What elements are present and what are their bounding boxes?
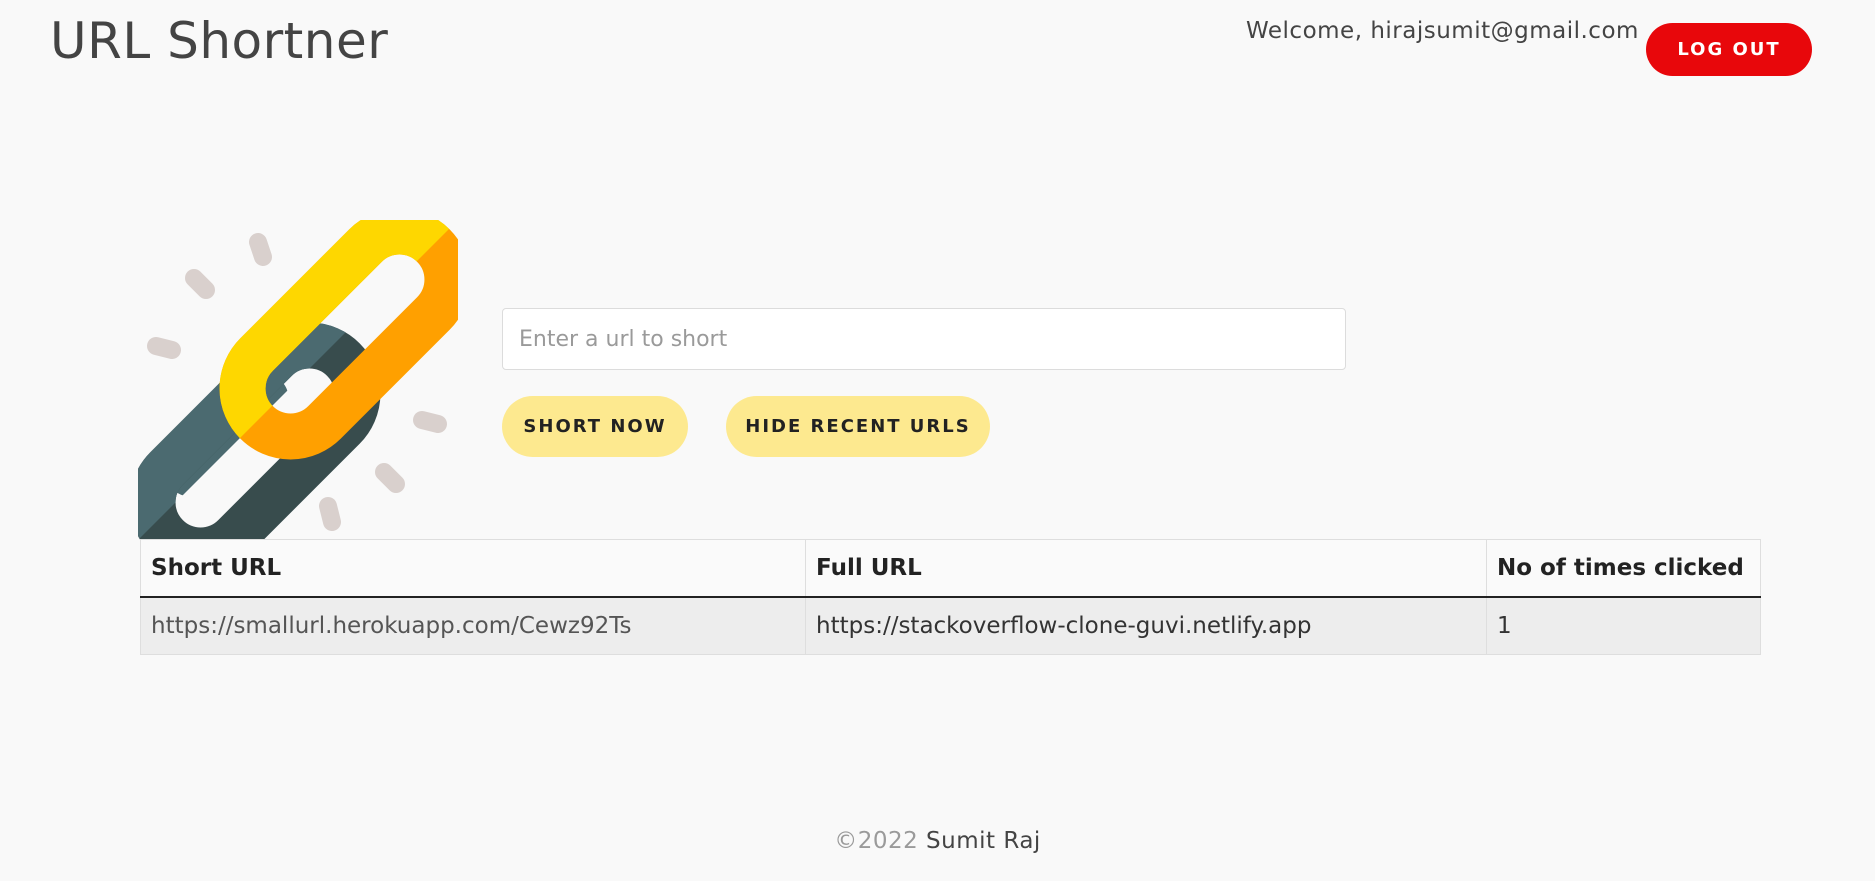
table-header-row: Short URL Full URL No of times clicked (140, 539, 1761, 598)
copyright-text: ©2022 (834, 828, 919, 854)
full-url-cell[interactable]: https://stackoverflow-clone-guvi.netlify… (805, 596, 1487, 655)
column-header-short-url: Short URL (140, 539, 806, 598)
app-title: URL Shortner (50, 12, 389, 70)
logout-button[interactable]: LOG OUT (1646, 23, 1812, 76)
author-name: Sumit Raj (926, 828, 1041, 854)
click-count-cell: 1 (1486, 596, 1761, 655)
column-header-full-url: Full URL (805, 539, 1487, 598)
column-header-clicks: No of times clicked (1486, 539, 1761, 598)
short-url-cell[interactable]: https://smallurl.herokuapp.com/Cewz92Ts (140, 596, 806, 655)
short-now-button[interactable]: SHORT NOW (502, 396, 688, 457)
chain-link-icon (138, 220, 458, 540)
url-input[interactable] (502, 308, 1346, 370)
footer: ©2022 Sumit Raj (0, 828, 1875, 854)
welcome-text: Welcome, hirajsumit@gmail.com (1246, 18, 1639, 44)
hide-recent-urls-button[interactable]: HIDE RECENT URLS (726, 396, 990, 457)
recent-urls-table: Short URL Full URL No of times clicked h… (140, 539, 1761, 655)
table-row: https://smallurl.herokuapp.com/Cewz92Ts … (140, 596, 1761, 655)
